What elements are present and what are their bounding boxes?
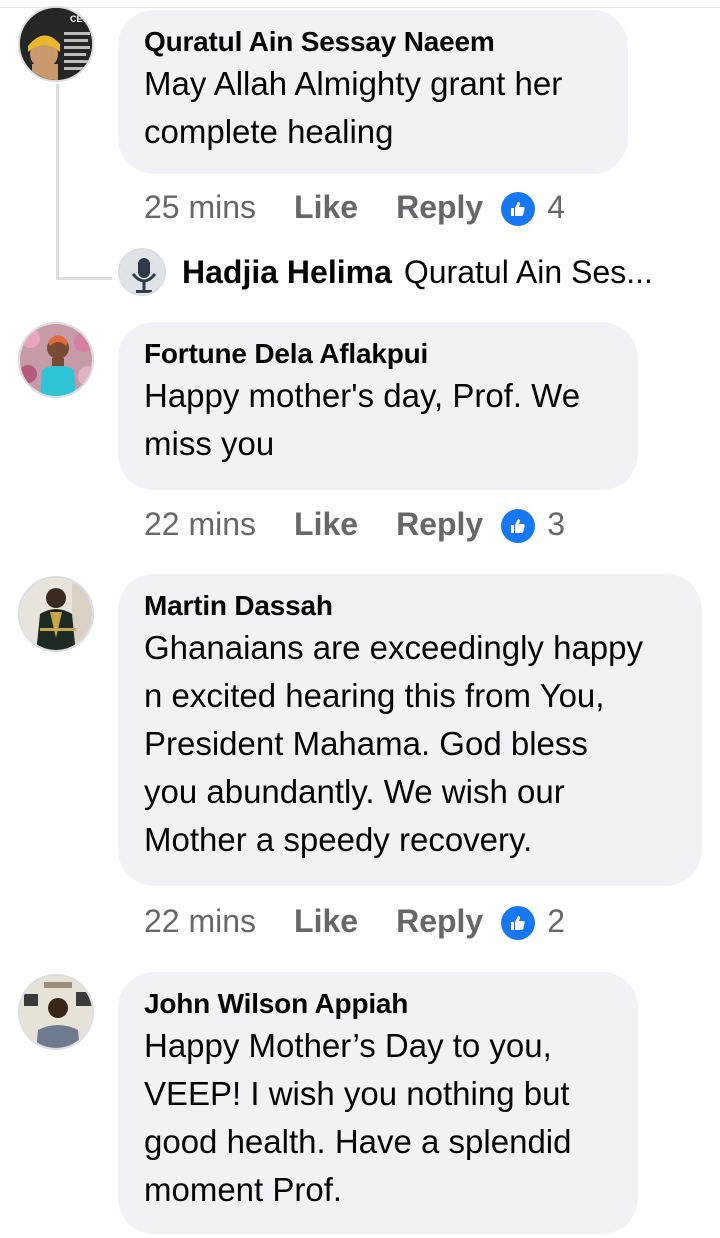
like-count[interactable]: 4 [547,189,565,226]
comment-actions: 22 mins Like Reply 2 [144,902,565,940]
comment-actions: 22 mins Like Reply 3 [144,505,565,543]
reply-button[interactable]: Reply [396,189,483,226]
comment-author[interactable]: Fortune Dela Aflakpui [144,336,612,372]
comment-actions: 25 mins Like Reply 4 [144,188,565,226]
avatar[interactable] [18,576,94,652]
comment-text-line: moment Prof. [144,1171,343,1208]
avatar-image-icon [20,976,92,1048]
comment-bubble[interactable]: Fortune Dela Aflakpui Happy mother's day… [118,322,638,490]
comment-author[interactable]: Quratul Ain Sessay Naeem [144,24,602,60]
comment-text-line: complete healing [144,113,394,150]
comment-text-line: Happy Mother’s Day to you, [144,1027,552,1064]
comment-text-line: Happy mother's day, Prof. We [144,377,581,414]
comment-bubble[interactable]: John Wilson Appiah Happy Mother’s Day to… [118,972,638,1234]
comment-author[interactable]: John Wilson Appiah [144,986,612,1022]
avatar[interactable]: CEO [18,6,94,82]
timestamp[interactable]: 22 mins [144,903,256,940]
avatar[interactable] [18,974,94,1050]
comment-author[interactable]: Martin Dassah [144,588,676,624]
like-button[interactable]: Like [294,506,358,543]
reply-button[interactable]: Reply [396,903,483,940]
comment-text-line: good health. Have a splendid [144,1123,572,1160]
microphone-avatar-icon [120,250,164,294]
avatar-badge: CEO [70,14,90,24]
comment-bubble[interactable]: Quratul Ain Sessay Naeem May Allah Almig… [118,10,628,174]
comment-text-line: miss you [144,425,275,462]
comment-text-line: President Mahama. God bless [144,725,588,762]
timestamp[interactable]: 22 mins [144,506,256,543]
comment-text-line: n excited hearing this from You, [144,677,605,714]
thread-line [56,84,59,280]
like-button[interactable]: Like [294,189,358,226]
avatar-image-icon: CEO [20,8,92,80]
reply-avatar[interactable] [118,248,166,296]
comment-text-line: Ghanaians are exceedingly happy [144,629,644,666]
thumbs-up-icon [501,906,536,940]
reply-button[interactable]: Reply [396,506,483,543]
like-count[interactable]: 2 [547,903,565,940]
thumbs-up-icon [501,192,536,226]
comment-text-line: VEEP! I wish you nothing but [144,1075,570,1112]
timestamp[interactable]: 25 mins [144,189,256,226]
avatar-image-icon [20,324,92,396]
comment-text-line: Mother a speedy recovery. [144,821,533,858]
avatar-image-icon [20,578,92,650]
comment-bubble[interactable]: Martin Dassah Ghanaians are exceedingly … [118,574,702,886]
reply-text: Quratul Ain Ses... [403,253,653,290]
reply-author[interactable]: Hadjia Helima [182,254,392,291]
avatar[interactable] [18,322,94,398]
comment-text-line: May Allah Almighty grant her [144,65,563,102]
comment-text-line: you abundantly. We wish our [144,773,565,810]
thread-connector [56,277,112,280]
thumbs-up-icon [501,509,536,543]
top-divider [0,0,720,8]
reply-preview-row[interactable]: Hadjia Helima Quratul Ain Ses... [118,248,653,296]
like-count[interactable]: 3 [547,506,565,543]
like-button[interactable]: Like [294,903,358,940]
